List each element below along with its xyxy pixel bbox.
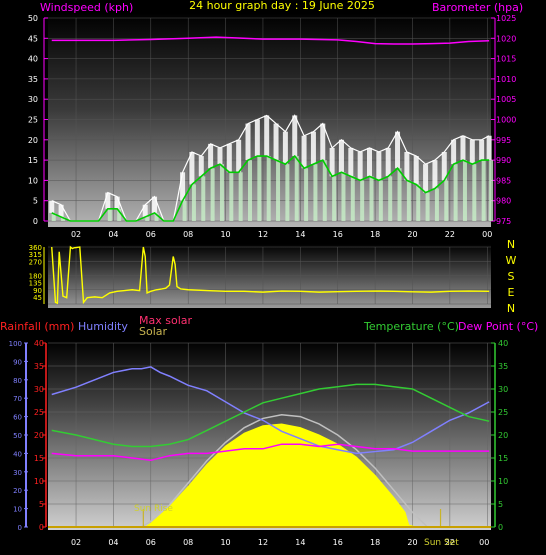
climate-x-tick-label: 00 xyxy=(479,538,489,547)
barometer-tick-label: 995 xyxy=(496,136,511,145)
compass-n-top: N xyxy=(507,238,515,251)
wind-x-tick-label: 08 xyxy=(183,230,193,239)
humidity-tick-label: 50 xyxy=(13,432,22,440)
wind-x-tick-label: 20 xyxy=(407,230,417,239)
legend-rainfall: Rainfall (mm) xyxy=(0,320,74,333)
wind-tick-label: 25 xyxy=(28,116,38,125)
wind-x-tick-label: 16 xyxy=(333,230,343,239)
legend-humidity: Humidity xyxy=(78,320,128,333)
direction-tick-label: 45 xyxy=(33,294,42,302)
climate-x-tick-label: 04 xyxy=(108,538,118,547)
humidity-tick-label: 70 xyxy=(13,395,22,403)
compass-e: E xyxy=(508,286,515,299)
barometer-tick-label: 990 xyxy=(496,156,511,165)
wind-tick-label: 50 xyxy=(28,14,38,23)
temperature-tick-label: 15 xyxy=(498,454,508,463)
wind-tick-label: 20 xyxy=(28,136,38,145)
barometer-tick-label: 1015 xyxy=(496,55,516,64)
temperature-tick-label: 10 xyxy=(498,477,508,486)
barometer-tick-label: 1010 xyxy=(496,75,516,84)
humidity-tick-label: 80 xyxy=(13,377,22,385)
humidity-tick-label: 10 xyxy=(13,506,22,514)
temperature-tick-label: 0 xyxy=(498,523,503,532)
humidity-tick-label: 0 xyxy=(18,524,22,532)
humidity-tick-label: 90 xyxy=(13,358,22,366)
wind-x-tick-label: 06 xyxy=(146,230,156,239)
wind-x-tick-label: 02 xyxy=(71,230,81,239)
wind-tick-label: 5 xyxy=(33,197,38,206)
wind-x-ticks: 02 04 06 08 10 12 14 16 18 20 22 00 xyxy=(71,230,492,239)
climate-x-tick-label: 02 xyxy=(71,538,81,547)
wind-tick-label: 10 xyxy=(28,176,38,185)
direction-tick-label: 270 xyxy=(29,258,42,266)
barometer-tick-label: 985 xyxy=(496,176,511,185)
wind-ticks-right: 975 980 985 990 995 1000 1005 1010 1015 1020 1025 xyxy=(491,14,516,226)
climate-x-tick-label: 14 xyxy=(295,538,305,547)
barometer-tick-label: 1020 xyxy=(496,34,516,43)
compass-s: S xyxy=(508,270,515,283)
temperature-tick-label: 5 xyxy=(498,500,503,509)
wind-x-tick-label: 12 xyxy=(258,230,268,239)
legend-temperature: Temperature (°C) xyxy=(363,320,459,333)
barometer-tick-label: 975 xyxy=(496,217,511,226)
humidity-tick-label: 100 xyxy=(9,340,22,348)
temperature-tick-label: 35 xyxy=(498,362,508,371)
wind-x-tick-label: 22 xyxy=(445,230,455,239)
barometer-axis-label: Barometer (hpa) xyxy=(432,1,523,14)
sun-set-label: Sun Set xyxy=(424,538,459,548)
climate-x-tick-label: 08 xyxy=(183,538,193,547)
direction-panel-bg xyxy=(48,244,491,308)
humidity-tick-label: 30 xyxy=(13,469,22,477)
wind-tick-label: 30 xyxy=(28,95,38,104)
wind-tick-label: 35 xyxy=(28,75,38,84)
humidity-tick-label: 60 xyxy=(13,414,22,422)
direction-ticks: 3603152701801359045 xyxy=(29,244,45,304)
climate-x-tick-label: 12 xyxy=(258,538,268,547)
barometer-tick-label: 980 xyxy=(496,197,511,206)
temperature-tick-label: 40 xyxy=(498,339,508,348)
chart-title: 24 hour graph day : 19 June 2025 xyxy=(189,0,375,12)
climate-x-tick-label: 16 xyxy=(333,538,343,547)
wind-axis-label: Windspeed (kph) xyxy=(40,1,133,14)
humidity-tick-label: 40 xyxy=(13,450,22,458)
temperature-tick-label: 25 xyxy=(498,408,508,417)
wind-x-tick-label: 14 xyxy=(295,230,305,239)
climate-x-tick-label: 10 xyxy=(220,538,230,547)
wind-x-tick-label: 04 xyxy=(108,230,118,239)
compass-n-bottom: N xyxy=(507,302,515,315)
legend-solar: Solar xyxy=(139,325,168,338)
barometer-tick-label: 1025 xyxy=(496,14,516,23)
temperature-tick-label: 20 xyxy=(498,431,508,440)
climate-x-tick-label: 06 xyxy=(146,538,156,547)
wind-x-tick-label: 00 xyxy=(482,230,492,239)
wind-tick-label: 40 xyxy=(28,55,38,64)
climate-x-tick-label: 18 xyxy=(370,538,380,547)
barometer-tick-label: 1005 xyxy=(496,95,516,104)
weather-chart: Windspeed (kph) 24 hour graph day : 19 J… xyxy=(0,0,538,548)
humidity-tick-label: 20 xyxy=(13,487,22,495)
wind-tick-label: 0 xyxy=(33,217,38,226)
climate-x-tick-label: 20 xyxy=(407,538,417,547)
wind-x-tick-label: 10 xyxy=(220,230,230,239)
legend-dew-point: Dew Point (°C) xyxy=(458,320,538,333)
sun-rise-label: Sun Rise xyxy=(134,504,173,514)
wind-x-tick-label: 18 xyxy=(370,230,380,239)
wind-tick-label: 15 xyxy=(28,156,38,165)
wind-ticks-left: 0 5 10 15 20 25 30 35 40 45 50 xyxy=(28,14,48,226)
compass-w: W xyxy=(506,254,517,267)
barometer-tick-label: 1000 xyxy=(496,116,516,125)
wind-tick-label: 45 xyxy=(28,34,38,43)
temperature-tick-label: 30 xyxy=(498,385,508,394)
